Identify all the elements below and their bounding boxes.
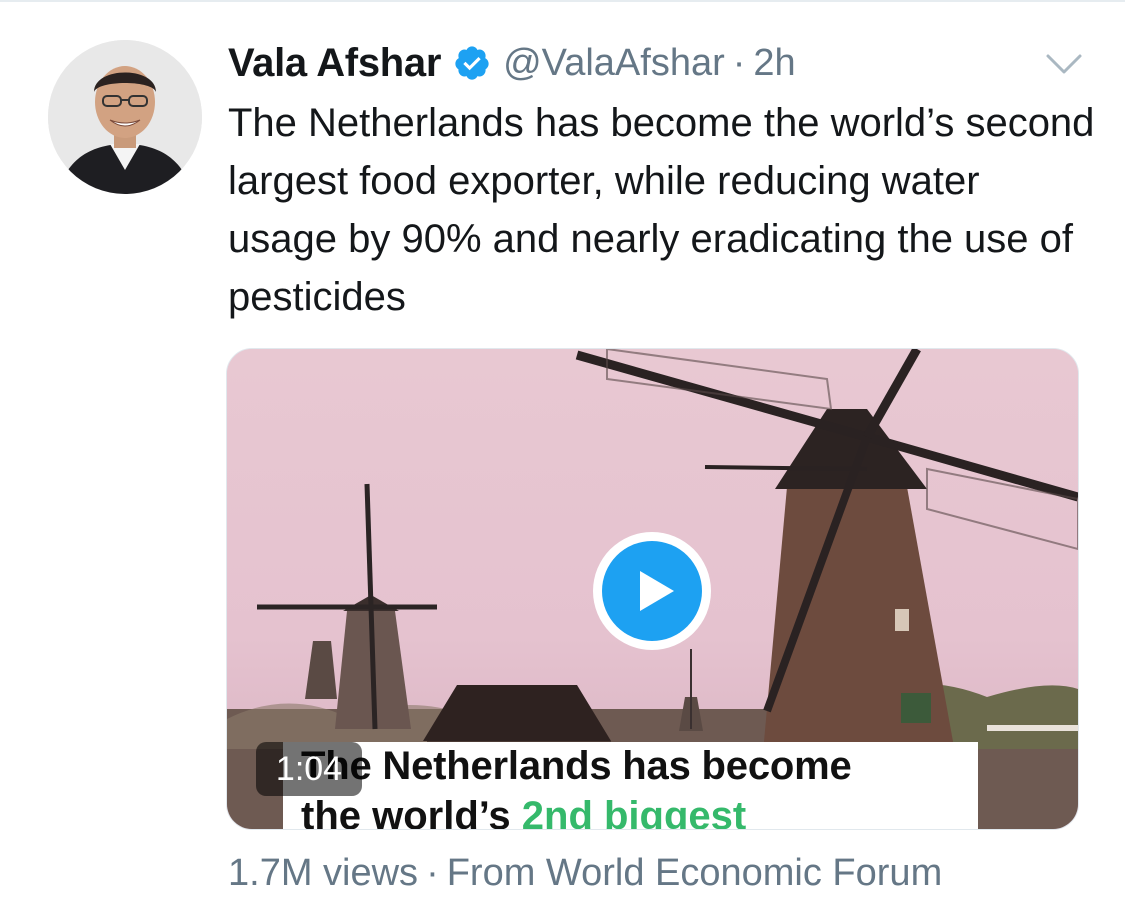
tweet-footer: 1.7M views · From World Economic Forum xyxy=(228,852,942,895)
display-name[interactable]: Vala Afshar xyxy=(228,41,441,86)
verified-badge-icon xyxy=(453,44,491,82)
caption-line-1: The Netherlands has become xyxy=(301,744,852,788)
play-icon xyxy=(602,541,702,641)
caption-line-2-accent: 2nd biggest xyxy=(521,794,747,830)
view-count: 1.7M views xyxy=(228,852,419,894)
play-button[interactable] xyxy=(593,532,711,650)
tweet-timestamp[interactable]: 2h xyxy=(753,42,795,85)
avatar-image xyxy=(48,40,202,194)
header-separator: · xyxy=(732,41,746,84)
footer-separator: · xyxy=(426,852,439,894)
video-caption: The Netherlands has become the world’s 2… xyxy=(283,742,978,830)
tweet-text: The Netherlands has become the world’s s… xyxy=(228,101,1095,319)
video-source[interactable]: From World Economic Forum xyxy=(447,852,943,894)
avatar[interactable] xyxy=(48,40,202,194)
tweet-header: Vala Afshar @ValaAfshar · 2h xyxy=(228,38,796,88)
caption-line-2: the world’s 2nd biggest xyxy=(301,794,747,830)
video-duration: 1:04 xyxy=(256,742,362,796)
video-player[interactable]: The Netherlands has become the world’s 2… xyxy=(226,348,1079,830)
top-divider xyxy=(0,0,1125,2)
caption-line-2-prefix: the world’s xyxy=(301,794,522,830)
chevron-down-icon[interactable] xyxy=(1044,50,1084,78)
user-handle[interactable]: @ValaAfshar xyxy=(503,42,725,85)
